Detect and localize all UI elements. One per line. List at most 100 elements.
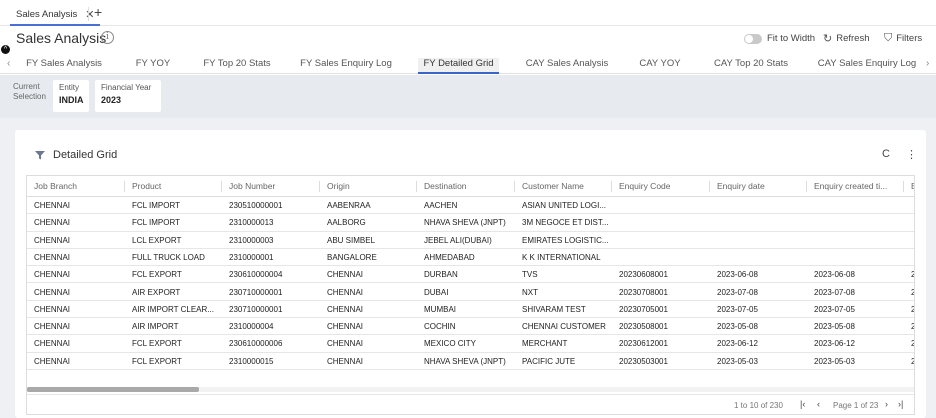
column-header-customer-name[interactable]: Customer Name (515, 176, 611, 197)
table-row[interactable]: CHENNAI FCL IMPORT 2310000013 AALBORG NHAVA … (27, 214, 914, 232)
financial-year-selection-chip[interactable]: Financial Year 2023 (95, 80, 161, 112)
tab-fy-detailed-grid[interactable]: FY Detailed Grid (418, 58, 499, 74)
cell-customer-name: 3M NEGOCE ET DIST... (522, 218, 609, 228)
cell-job-branch: CHENNAI (34, 270, 71, 280)
info-icon[interactable]: i (101, 31, 114, 44)
page-title: Sales Analysis (16, 30, 107, 46)
cell-enquiry-code (612, 214, 709, 231)
tab-cay-yoy[interactable]: CAY YOY (630, 58, 690, 74)
doc-tab-sales-analysis[interactable]: Sales Analysis ✕ (10, 4, 101, 26)
cell-enquiry-date: 2023-07-08 (717, 287, 758, 297)
cell-customer-name: PACIFIC JUTE (522, 356, 576, 366)
collapse-icon[interactable]: ^ (1, 45, 10, 54)
more-options-icon[interactable]: ⋮ (906, 148, 917, 161)
data-grid: Job Branch Product Job Number Origin Des… (26, 175, 915, 415)
refresh-button[interactable]: ↻ Refresh (823, 32, 869, 45)
cell-enquiry-code: 20230708001 (619, 287, 668, 297)
cell-job-branch: CHENNAI (34, 356, 71, 366)
column-header-origin[interactable]: Origin (320, 176, 416, 197)
tab-fy-yoy[interactable]: FY YOY (118, 58, 188, 74)
entity-selection-chip[interactable]: Entity INDIA (53, 80, 89, 112)
cell-enquiry-date: 2023-07-05 (717, 304, 758, 314)
column-header-enquiry-date[interactable]: Enquiry date (710, 176, 806, 197)
column-header-product[interactable]: Product (125, 176, 221, 197)
cell-enquiry-code (612, 197, 709, 214)
column-header-job-branch[interactable]: Job Branch (27, 176, 124, 197)
filter-icon: ⛉ (884, 32, 893, 44)
cell-enquiry-code (612, 232, 709, 249)
tab-fy-sales-enquiry-log[interactable]: FY Sales Enquiry Log (294, 58, 398, 74)
page-header: Sales Analysis i ^ Fit to Width ↻ Refres… (0, 26, 936, 56)
first-page-icon[interactable]: |‹ (800, 399, 805, 409)
tab-fy-sales-analysis[interactable]: FY Sales Analysis (20, 58, 108, 74)
cell-product: FCL EXPORT (132, 270, 182, 280)
tabs-scroll-left-icon[interactable]: ‹ (7, 58, 10, 69)
table-row[interactable]: CHENNAI FCL EXPORT 230610000006 CHENNAI MEXI… (27, 335, 914, 353)
column-header-job-number[interactable]: Job Number (222, 176, 319, 197)
fit-to-width-toggle[interactable] (744, 33, 762, 44)
cell-overflow (904, 232, 914, 249)
cell-job-branch: CHENNAI (34, 287, 71, 297)
cell-destination: NHAVA SHEVA (JNPT) (424, 356, 506, 366)
tab-fy-top-20-stats[interactable]: FY Top 20 Stats (196, 58, 278, 74)
filters-button[interactable]: ⛉ Filters (884, 32, 922, 45)
table-row[interactable]: CHENNAI FCL EXPORT 230610000004 CHENNAI DURB… (27, 266, 914, 284)
fit-to-width-control[interactable]: Fit to Width (744, 33, 815, 44)
prev-page-icon[interactable]: ‹ (817, 399, 820, 409)
cell-customer-name: MERCHANT (522, 339, 568, 349)
cell-origin: AALBORG (327, 218, 366, 228)
cell-enquiry-code: 20230503001 (619, 356, 668, 366)
cell-origin: ABU SIMBEL (327, 235, 376, 245)
cell-origin: CHENNAI (327, 356, 364, 366)
tab-cay-top-20-stats[interactable]: CAY Top 20 Stats (708, 58, 794, 74)
table-row[interactable]: CHENNAI AIR IMPORT 2310000004 CHENNAI COCHIN… (27, 318, 914, 336)
cell-job-number: 230510000001 (229, 201, 283, 210)
cell-enquiry-created-time (807, 197, 903, 214)
refresh-label: Refresh (836, 33, 870, 44)
horizontal-scrollbar-thumb[interactable] (27, 387, 199, 392)
panel-refresh-icon[interactable]: C (882, 148, 890, 160)
cell-origin: CHENNAI (327, 287, 364, 297)
column-header-enquiry-created-time[interactable]: Enquiry created ti... (807, 176, 903, 197)
cell-destination: AHMEDABAD (424, 252, 475, 262)
cell-job-number: 230710000001 (229, 304, 283, 314)
cell-customer-name: EMIRATES LOGISTIC... (522, 235, 609, 245)
add-tab-icon[interactable]: + (94, 4, 102, 20)
report-tabs: ‹ FY Sales Analysis FY YOY FY Top 20 Sta… (0, 56, 936, 74)
tab-cay-sales-enquiry-log[interactable]: CAY Sales Enquiry Log (812, 58, 922, 74)
entity-value: INDIA (59, 95, 84, 105)
detailed-grid-panel: Detailed Grid C ⋮ Job Branch Product Job… (15, 130, 926, 418)
column-header-overflow[interactable]: E (904, 176, 914, 197)
column-header-enquiry-code[interactable]: Enquiry Code (612, 176, 709, 197)
table-row[interactable]: CHENNAI FULL TRUCK LOAD 2310000001 BANGALOR… (27, 249, 914, 267)
cell-enquiry-created-time: 2023-05-03 (814, 356, 855, 366)
tabs-scroll-right-icon[interactable]: › (926, 58, 929, 69)
entity-key: Entity (59, 83, 80, 92)
cell-customer-name: NXT (522, 287, 538, 297)
fit-to-width-label: Fit to Width (767, 33, 816, 44)
table-row[interactable]: CHENNAI FCL IMPORT 230510000001 AABENRAA AAC… (27, 197, 914, 215)
cell-customer-name: ASIAN UNITED LOGI... (522, 201, 607, 210)
cell-enquiry-date: 2023-05-08 (717, 322, 758, 332)
cell-destination: MEXICO CITY (424, 339, 477, 349)
funnel-icon[interactable] (34, 149, 46, 161)
cell-overflow: 2 (904, 318, 914, 335)
table-row[interactable]: CHENNAI AIR IMPORT CLEAR... 230710000001 CH… (27, 301, 914, 319)
cell-job-branch: CHENNAI (34, 252, 71, 262)
last-page-icon[interactable]: ›| (898, 399, 903, 409)
table-row[interactable]: CHENNAI FCL EXPORT 2310000015 CHENNAI NHAVA … (27, 353, 914, 370)
cell-origin: CHENNAI (327, 322, 364, 332)
table-row[interactable]: CHENNAI LCL EXPORT 2310000003 ABU SIMBEL JEB… (27, 232, 914, 249)
horizontal-scrollbar[interactable] (27, 387, 914, 392)
grid-header: Job Branch Product Job Number Origin Des… (27, 176, 914, 197)
tab-cay-sales-analysis[interactable]: CAY Sales Analysis (520, 58, 614, 74)
refresh-icon: ↻ (823, 33, 833, 45)
current-selection-bar: Current Selection Entity INDIA Financial… (0, 75, 936, 118)
column-header-destination[interactable]: Destination (417, 176, 514, 197)
table-row[interactable]: CHENNAI AIR EXPORT 230710000001 CHENNAI DUBA… (27, 284, 914, 301)
cell-enquiry-created-time (807, 249, 903, 266)
cell-product: FCL IMPORT (132, 201, 181, 210)
cell-job-branch: CHENNAI (34, 235, 71, 245)
cell-destination: DURBAN (424, 270, 458, 280)
next-page-icon[interactable]: › (885, 399, 888, 409)
